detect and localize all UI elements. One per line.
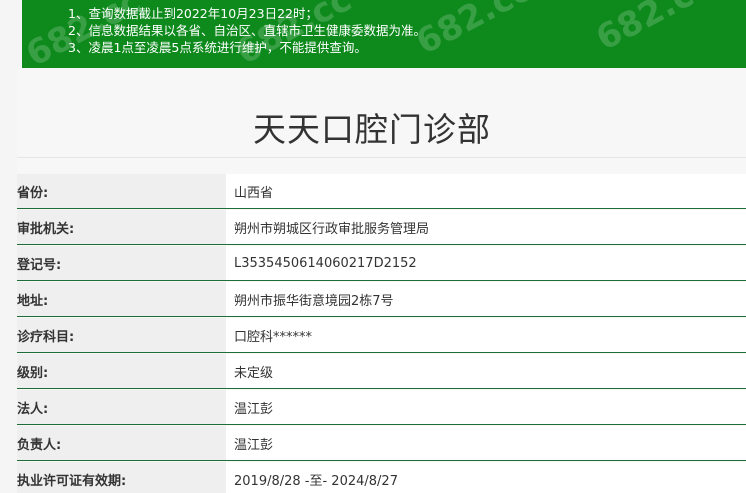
row-label: 执业许可证有效期: bbox=[17, 462, 226, 493]
row-value: 朔州市朔城区行政审批服务管理局 bbox=[226, 210, 746, 244]
table-row: 负责人: 温江彭 bbox=[17, 426, 746, 461]
detail-card: 天天口腔门诊部 省份: 山西省 审批机关: 朔州市朔城区行政审批服务管理局 登记… bbox=[17, 68, 746, 493]
row-value: 2019/8/28 -至- 2024/8/27 bbox=[226, 462, 746, 493]
row-label: 级别: bbox=[17, 354, 226, 388]
table-row: 诊疗科目: 口腔科****** bbox=[17, 318, 746, 353]
notice-line-2: 2、信息数据结果以各省、自治区、直辖市卫生健康委数据为准。 bbox=[68, 23, 426, 38]
title-divider bbox=[17, 157, 746, 158]
table-row: 省份: 山西省 bbox=[17, 174, 746, 209]
page-title: 天天口腔门诊部 bbox=[253, 110, 491, 149]
table-row: 执业许可证有效期: 2019/8/28 -至- 2024/8/27 bbox=[17, 462, 746, 493]
row-value: 山西省 bbox=[226, 174, 746, 208]
notice-line-3: 3、凌晨1点至凌晨5点系统进行维护，不能提供查询。 bbox=[68, 40, 367, 55]
row-label: 地址: bbox=[17, 282, 226, 316]
table-row: 级别: 未定级 bbox=[17, 354, 746, 389]
row-value: 口腔科****** bbox=[226, 318, 746, 352]
row-label: 省份: bbox=[17, 174, 226, 208]
row-value: 温江彭 bbox=[226, 390, 746, 424]
row-label: 诊疗科目: bbox=[17, 318, 226, 352]
table-row: 登记号: L35354506140602​17D2152 bbox=[17, 246, 746, 281]
row-label: 登记号: bbox=[17, 246, 226, 280]
row-value: L35354506140602​17D2152 bbox=[226, 246, 746, 280]
table-row: 审批机关: 朔州市朔城区行政审批服务管理局 bbox=[17, 210, 746, 245]
row-label: 负责人: bbox=[17, 426, 226, 460]
row-label: 法人: bbox=[17, 390, 226, 424]
notice-banner: 1、查询数据截止到2022年10月23日22时； 2、信息数据结果以各省、自治区… bbox=[20, 0, 746, 75]
table-row: 法人: 温江彭 bbox=[17, 390, 746, 425]
row-label: 审批机关: bbox=[17, 210, 226, 244]
table-row: 地址: 朔州市振华街意境园2栋7号 bbox=[17, 282, 746, 317]
row-value: 朔州市振华街意境园2栋7号 bbox=[226, 282, 746, 316]
page: 1、查询数据截止到2022年10月23日22时； 2、信息数据结果以各省、自治区… bbox=[0, 0, 746, 493]
detail-table: 省份: 山西省 审批机关: 朔州市朔城区行政审批服务管理局 登记号: L3535… bbox=[17, 174, 746, 493]
row-value: 未定级 bbox=[226, 354, 746, 388]
notice-line-1: 1、查询数据截止到2022年10月23日22时； bbox=[68, 6, 318, 21]
row-value: 温江彭 bbox=[226, 426, 746, 460]
